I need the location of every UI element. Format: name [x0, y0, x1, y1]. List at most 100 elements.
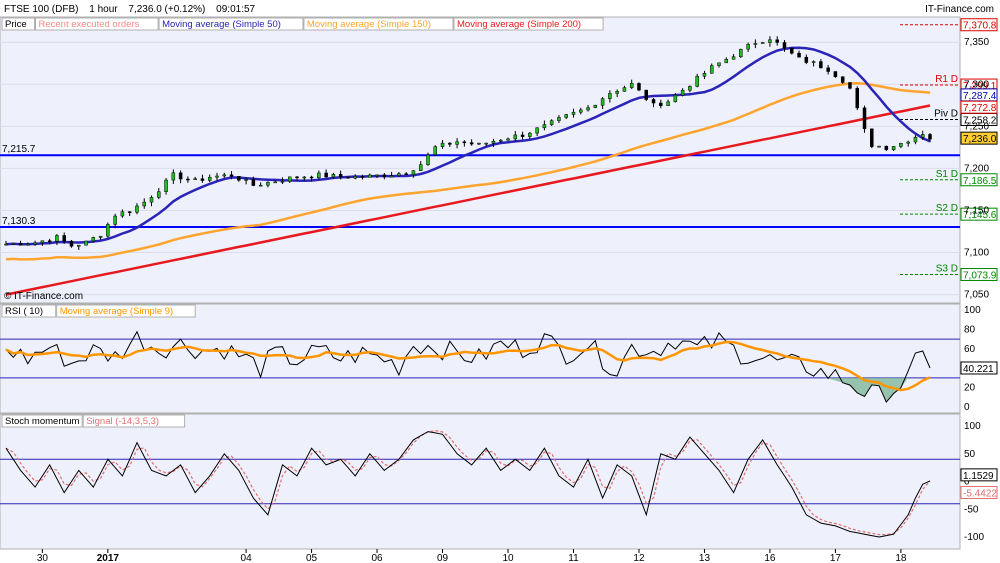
stoch-tick-label: -50 [964, 504, 979, 515]
candle-body [557, 117, 561, 121]
candle-body [760, 42, 765, 44]
candle-body [928, 134, 932, 140]
candle-body [717, 62, 721, 66]
rsi-tick-label: 80 [964, 324, 976, 335]
candle-body [186, 178, 190, 181]
stoch-legend-entry: Stoch momentum [5, 416, 80, 427]
support-line-label: 7,130.3 [2, 216, 36, 227]
candle-body [615, 91, 619, 94]
candle-body [498, 139, 503, 142]
price-axis: 7,350 7,300 7,250 7,200 7,150 7,100 7,050 [964, 37, 989, 300]
instrument-name: FTSE 100 (DFB) [4, 4, 78, 15]
pivot-name: S1 D [936, 169, 958, 180]
price-tick-label: 7,300 [964, 79, 989, 90]
candle-body [346, 176, 350, 179]
candle-body [207, 176, 212, 181]
candle-body [746, 44, 750, 50]
candle-body [659, 102, 663, 106]
stoch-legend-entry: Signal (-14,3,5,3) [86, 416, 159, 427]
candle-body [77, 244, 81, 247]
candle-body [120, 211, 125, 217]
candle-body [157, 191, 161, 198]
rsi-legend-entry: Moving average (Simple 9) [60, 306, 174, 317]
candle-body [709, 65, 714, 74]
candle-body [40, 240, 45, 243]
stoch-tick-label: -100 [964, 532, 984, 543]
candle-body [324, 172, 328, 178]
candle-body [368, 174, 372, 178]
candle-body [418, 164, 423, 171]
candle-body [404, 173, 408, 175]
candle-body [360, 176, 365, 178]
candle-body [739, 48, 743, 57]
candle-body [899, 142, 903, 147]
candle-body [797, 52, 801, 58]
candle-body [411, 170, 416, 175]
candle-body [644, 89, 649, 100]
candle-body [375, 174, 379, 177]
stoch-tick-label: 50 [964, 449, 976, 460]
timeframe: 1 hour [89, 4, 118, 15]
candle-body [542, 124, 547, 129]
candle-body [826, 67, 830, 72]
candle-body [579, 109, 583, 113]
candle-body [833, 71, 838, 77]
axis-value-label: 7,287.4 [963, 91, 997, 102]
candle-body [135, 205, 139, 213]
candle-body [520, 134, 525, 137]
candle-body [564, 114, 568, 118]
candle-body [768, 39, 772, 43]
time-tick-label: 12 [633, 553, 645, 563]
candle-body [440, 142, 445, 147]
price-tick-label: 7,350 [964, 37, 989, 48]
rsi-panel[interactable] [0, 303, 961, 414]
stoch-panel[interactable] [0, 413, 961, 550]
candle-body [586, 107, 590, 111]
candle-body [55, 235, 59, 242]
time-tick-label: 09 [437, 553, 449, 563]
candle-body [884, 145, 889, 150]
time-tick-label: 13 [699, 553, 711, 563]
axis-value-label: 7,272.8 [963, 103, 997, 114]
time-tick-label: 06 [371, 553, 383, 563]
candle-body [69, 240, 74, 247]
pivot-name: Piv D [934, 108, 958, 119]
stoch-tick-label: 100 [964, 421, 981, 432]
candle-body [266, 181, 270, 186]
candle-body [251, 179, 256, 186]
candle-body [629, 83, 634, 88]
candle-body [222, 174, 227, 177]
legend-entry: Recent executed orders [39, 19, 140, 30]
candle-body [469, 142, 474, 145]
candle-body [258, 184, 263, 187]
candle-body [513, 134, 518, 140]
candle-body [389, 175, 394, 178]
watermark: © IT-Finance.com [4, 291, 83, 302]
candle-body [702, 73, 707, 77]
price-tick-label: 7,050 [964, 290, 989, 301]
pivot-value: 7,186.5 [963, 176, 997, 187]
rsi-tick-label: 0 [964, 402, 970, 413]
clock-time: 09:01:57 [216, 4, 255, 15]
time-tick-label: 04 [241, 553, 253, 563]
candle-body [477, 142, 481, 145]
time-tick-label: 18 [895, 553, 907, 563]
candle-body [549, 120, 554, 125]
pivot-value: 7,073.9 [963, 270, 997, 281]
candle-body [877, 145, 881, 148]
time-tick-label: 16 [764, 553, 776, 563]
candle-body [608, 93, 612, 99]
price-panel[interactable] [0, 16, 961, 304]
candle-body [280, 181, 285, 183]
candle-body [571, 111, 576, 115]
candle-body [593, 104, 598, 108]
rsi-tick-label: 100 [964, 305, 981, 316]
candle-body [193, 178, 197, 180]
candle-body [113, 215, 117, 225]
candle-body [528, 132, 532, 137]
pivot-name: R1 D [935, 74, 958, 85]
legend-entry: Price [5, 19, 27, 30]
candle-body [244, 179, 248, 181]
candle-body [673, 94, 678, 103]
candle-body [848, 82, 852, 89]
